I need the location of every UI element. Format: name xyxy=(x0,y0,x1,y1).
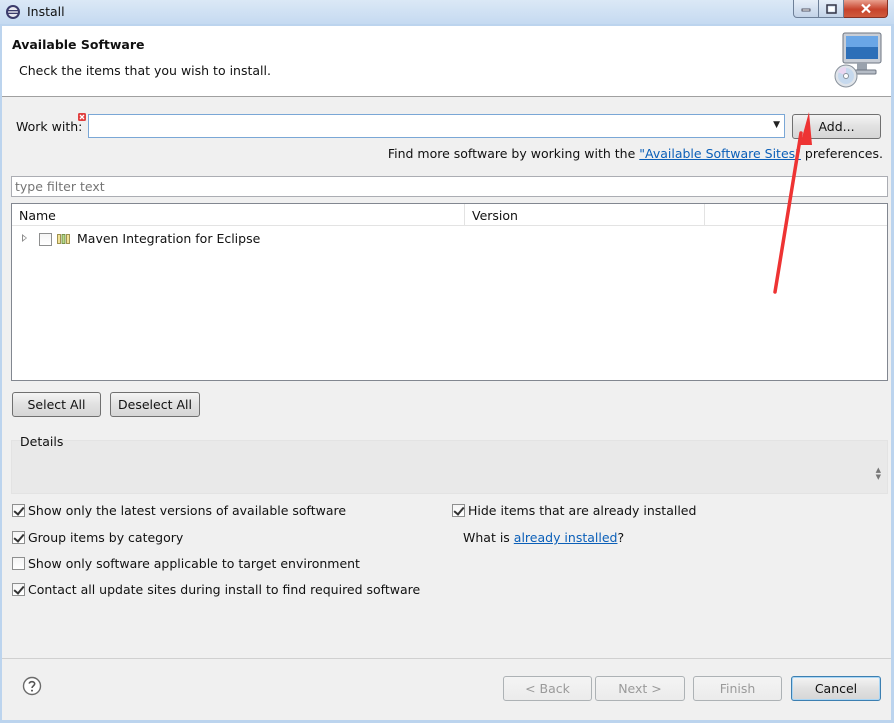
what-is-suffix: ? xyxy=(617,530,625,545)
details-label: Details xyxy=(20,434,64,449)
footer-divider xyxy=(2,658,891,659)
software-tree[interactable]: Name Version Maven Integration for Eclip… xyxy=(11,203,888,381)
filter-input[interactable] xyxy=(11,176,888,197)
table-row[interactable]: Maven Integration for Eclipse xyxy=(12,229,887,249)
column-version-label: Version xyxy=(472,208,518,223)
close-icon xyxy=(860,3,871,14)
column-header-name[interactable]: Name xyxy=(12,204,465,226)
applicable-only-label: Show only software applicable to target … xyxy=(28,556,360,571)
row-checkbox[interactable] xyxy=(39,233,52,246)
what-is-prefix: What is xyxy=(463,530,514,545)
dialog-header: Available Software Check the items that … xyxy=(2,26,891,97)
work-with-label: Work with: xyxy=(16,119,83,134)
row-name: Maven Integration for Eclipse xyxy=(77,231,261,246)
hide-installed-label: Hide items that are already installed xyxy=(468,503,697,518)
find-more-prefix: Find more software by working with the xyxy=(387,146,640,161)
find-more-suffix: preferences. xyxy=(800,146,883,161)
title-bar[interactable]: Install xyxy=(0,0,894,24)
install-window: Install Available Software Check the ite… xyxy=(0,0,894,723)
latest-versions-checkbox[interactable] xyxy=(12,504,25,517)
back-button[interactable]: < Back xyxy=(503,676,592,701)
window-title: Install xyxy=(27,4,65,19)
details-pane: ▲ ▼ xyxy=(11,440,888,494)
category-icon xyxy=(57,234,70,244)
add-site-button-label: Add... xyxy=(818,119,855,134)
group-by-category-label: Group items by category xyxy=(28,530,184,545)
monitor-cd-icon xyxy=(834,32,882,88)
hide-installed-checkbox[interactable] xyxy=(452,504,465,517)
maximize-button[interactable] xyxy=(819,0,844,18)
page-description: Check the items that you wish to install… xyxy=(19,63,271,78)
page-title: Available Software xyxy=(12,37,145,52)
next-button-label: Next > xyxy=(618,681,662,696)
available-software-sites-link[interactable]: "Available Software Sites" xyxy=(639,146,801,161)
help-icon[interactable] xyxy=(22,676,42,696)
deselect-all-label: Deselect All xyxy=(118,397,192,412)
error-decoration-icon xyxy=(78,113,86,121)
column-header-filler xyxy=(705,204,887,226)
finish-button-label: Finish xyxy=(719,681,756,696)
contact-all-sites-checkbox[interactable] xyxy=(12,583,25,596)
cancel-button-label: Cancel xyxy=(814,681,858,696)
dialog-body: Available Software Check the items that … xyxy=(2,26,891,720)
column-name-label: Name xyxy=(19,208,56,223)
minimize-button[interactable] xyxy=(793,0,819,18)
eclipse-icon xyxy=(6,5,20,19)
next-button[interactable]: Next > xyxy=(595,676,685,701)
chevron-down-icon[interactable]: ▼ xyxy=(773,120,780,130)
details-scroll-arrows[interactable]: ▲ ▼ xyxy=(876,467,881,481)
work-with-combo[interactable]: ▼ xyxy=(88,114,785,138)
contact-all-sites-label: Contact all update sites during install … xyxy=(28,582,421,597)
column-header-version[interactable]: Version xyxy=(465,204,705,226)
what-is-installed-text: What is already installed? xyxy=(463,530,624,545)
select-all-button[interactable]: Select All xyxy=(12,392,101,417)
find-more-text: Find more software by working with the "… xyxy=(388,146,883,161)
expand-arrow-icon[interactable] xyxy=(22,234,27,242)
back-button-label: < Back xyxy=(525,681,570,696)
window-controls xyxy=(793,0,888,19)
maximize-icon xyxy=(825,3,837,14)
cancel-button[interactable]: Cancel xyxy=(791,676,881,701)
minimize-icon xyxy=(801,8,811,11)
applicable-only-checkbox[interactable] xyxy=(12,557,25,570)
already-installed-link[interactable]: already installed xyxy=(514,530,618,545)
close-button[interactable] xyxy=(844,0,888,18)
latest-versions-label: Show only the latest versions of availab… xyxy=(28,503,347,518)
select-all-label: Select All xyxy=(27,397,86,412)
add-site-button[interactable]: Add... xyxy=(792,114,881,139)
deselect-all-button[interactable]: Deselect All xyxy=(110,392,200,417)
group-by-category-checkbox[interactable] xyxy=(12,531,25,544)
finish-button[interactable]: Finish xyxy=(693,676,782,701)
